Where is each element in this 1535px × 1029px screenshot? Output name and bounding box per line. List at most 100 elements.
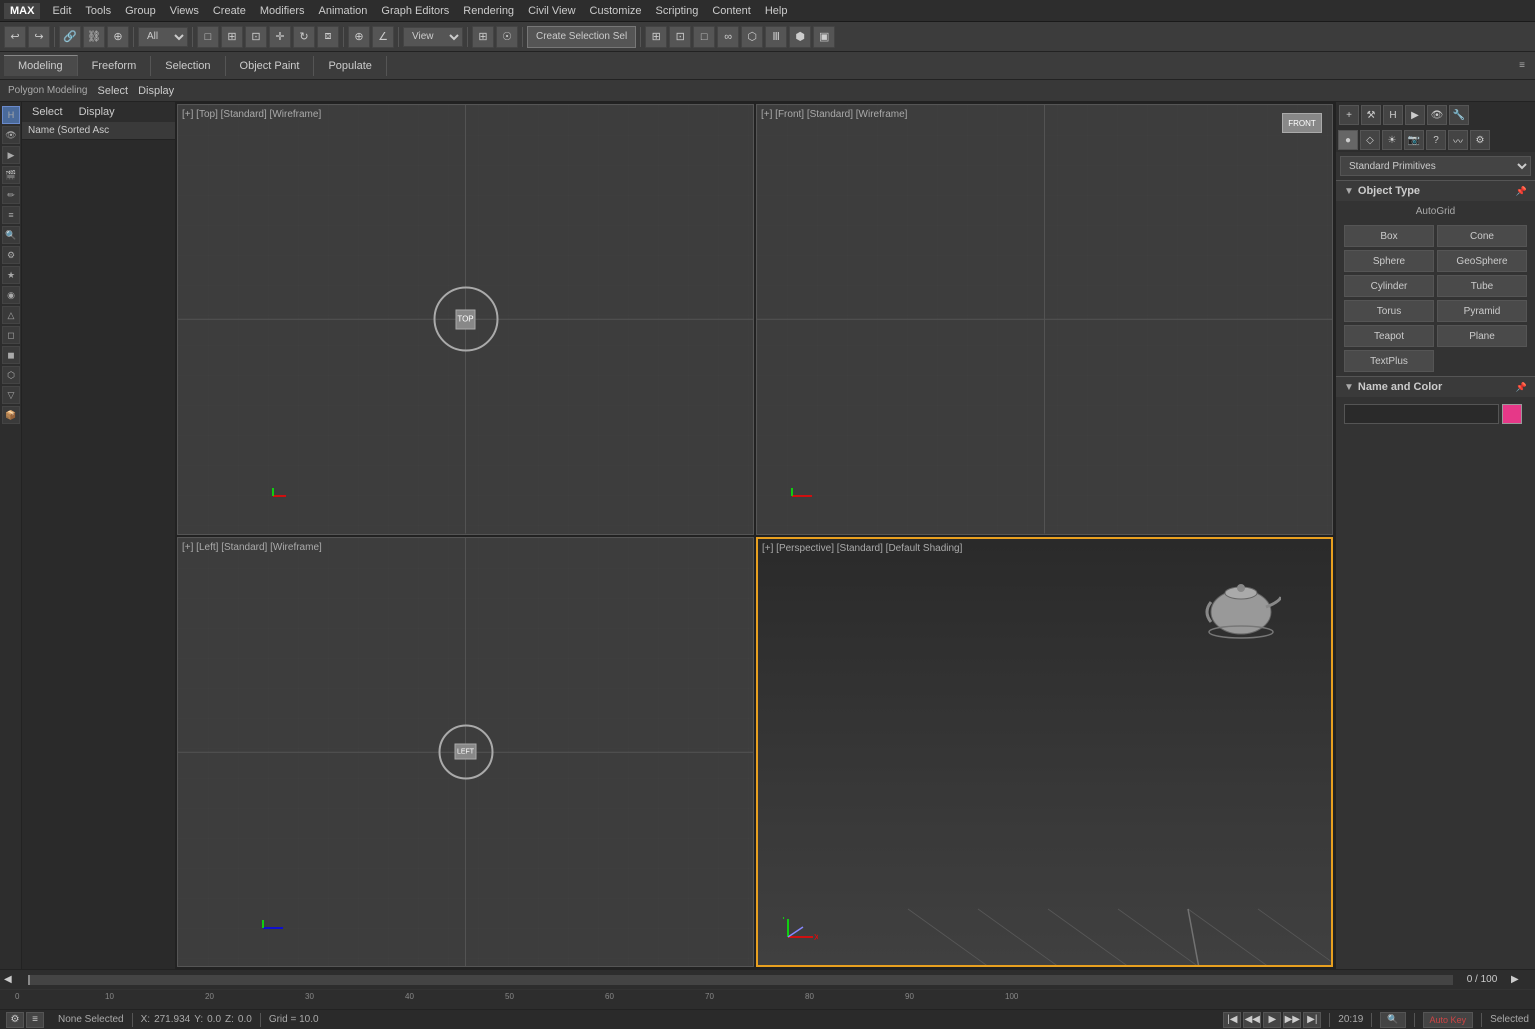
scene-icon-hierarchy[interactable]: H bbox=[2, 106, 20, 124]
scene-icon-video[interactable]: 🎬 bbox=[2, 166, 20, 184]
menu-content[interactable]: Content bbox=[706, 3, 757, 19]
menu-modifiers[interactable]: Modifiers bbox=[254, 3, 311, 19]
autogrid-button[interactable]: AutoGrid bbox=[1416, 206, 1455, 217]
scene-icon-asset[interactable]: 📦 bbox=[2, 406, 20, 424]
rotate-button[interactable]: ↻ bbox=[293, 26, 315, 48]
rp-icon-helpers[interactable]: ? bbox=[1426, 130, 1446, 150]
prim-tube[interactable]: Tube bbox=[1437, 275, 1527, 297]
sub-tab-select[interactable]: Select bbox=[98, 85, 129, 97]
scene-icon-camera[interactable]: ◼ bbox=[2, 346, 20, 364]
prev-frame-button[interactable]: |◀ bbox=[1223, 1012, 1241, 1028]
viewport-perspective[interactable]: [+] [Perspective] [Standard] [Default Sh… bbox=[756, 537, 1333, 968]
rp-icon-lights[interactable]: ☀ bbox=[1382, 130, 1402, 150]
prim-pyramid[interactable]: Pyramid bbox=[1437, 300, 1527, 322]
object-type-section-header[interactable]: ▼ Object Type 📌 bbox=[1336, 180, 1535, 202]
menu-customize[interactable]: Customize bbox=[584, 3, 648, 19]
extra-btn-5[interactable]: ⬡ bbox=[741, 26, 763, 48]
redo-button[interactable]: ↪ bbox=[28, 26, 50, 48]
rp-icon-geo[interactable]: ● bbox=[1338, 130, 1358, 150]
prim-teapot[interactable]: Teapot bbox=[1344, 325, 1434, 347]
scene-icon-star[interactable]: ★ bbox=[2, 266, 20, 284]
menu-help[interactable]: Help bbox=[759, 3, 794, 19]
scale-button[interactable]: ⧈ bbox=[317, 26, 339, 48]
prim-textplus[interactable]: TextPlus bbox=[1344, 350, 1434, 372]
panel-tab-select[interactable]: Select bbox=[24, 104, 71, 120]
create-selection-button[interactable]: Create Selection Sel bbox=[527, 26, 636, 48]
unlink-button[interactable]: ⛓ bbox=[83, 26, 105, 48]
prev-button[interactable]: ◀◀ bbox=[1243, 1012, 1261, 1028]
menu-civil-view[interactable]: Civil View bbox=[522, 3, 581, 19]
play-button[interactable]: ▶ bbox=[1263, 1012, 1281, 1028]
select-lasso-button[interactable]: ⊡ bbox=[245, 26, 267, 48]
tab-freeform[interactable]: Freeform bbox=[78, 56, 152, 76]
rp-tab-utilities[interactable]: 🔧 bbox=[1449, 105, 1469, 125]
menu-tools[interactable]: Tools bbox=[79, 3, 117, 19]
scene-icon-helper[interactable]: ⬡ bbox=[2, 366, 20, 384]
rp-tab-motion[interactable]: ▶ bbox=[1405, 105, 1425, 125]
scene-list[interactable] bbox=[22, 140, 175, 969]
rp-icon-cameras[interactable]: 📷 bbox=[1404, 130, 1424, 150]
timeline-left-arrow[interactable]: ◀ bbox=[4, 974, 24, 985]
rp-tab-hierarchy[interactable]: H bbox=[1383, 105, 1403, 125]
menu-edit[interactable]: Edit bbox=[46, 3, 77, 19]
menu-group[interactable]: Group bbox=[119, 3, 162, 19]
viewport-snap[interactable]: ⊞ bbox=[472, 26, 494, 48]
rp-tab-create[interactable]: + bbox=[1339, 105, 1359, 125]
viewport-top[interactable]: [+] [Top] [Standard] [Wireframe] TOP bbox=[177, 104, 754, 535]
prim-box[interactable]: Box bbox=[1344, 225, 1434, 247]
isolate-toggle[interactable]: ☉ bbox=[496, 26, 518, 48]
timeline-right-arrow[interactable]: ▶ bbox=[1511, 974, 1531, 985]
extra-btn-2[interactable]: ⊡ bbox=[669, 26, 691, 48]
select-rect-button[interactable]: □ bbox=[197, 26, 219, 48]
autokey-button[interactable]: Auto Key bbox=[1423, 1012, 1474, 1028]
prim-plane[interactable]: Plane bbox=[1437, 325, 1527, 347]
category-dropdown[interactable]: Standard Primitives bbox=[1340, 156, 1531, 176]
scene-icon-edit[interactable]: ✏ bbox=[2, 186, 20, 204]
color-swatch[interactable] bbox=[1502, 404, 1522, 424]
select-multi-button[interactable]: ⊞ bbox=[221, 26, 243, 48]
extra-btn-8[interactable]: ▣ bbox=[813, 26, 835, 48]
sub-tab-display[interactable]: Display bbox=[138, 85, 174, 97]
scene-icon-display[interactable]: 👁 bbox=[2, 126, 20, 144]
tab-extra[interactable]: ≡ bbox=[1513, 56, 1531, 75]
viewport-left[interactable]: [+] [Left] [Standard] [Wireframe] LEFT bbox=[177, 537, 754, 968]
prim-sphere[interactable]: Sphere bbox=[1344, 250, 1434, 272]
view-dropdown[interactable]: View bbox=[403, 27, 463, 47]
rp-icon-spacewarps[interactable]: 〰 bbox=[1448, 130, 1468, 150]
name-color-pin[interactable]: 📌 bbox=[1516, 382, 1527, 393]
mode-dropdown[interactable]: All bbox=[138, 27, 188, 47]
undo-button[interactable]: ↩ bbox=[4, 26, 26, 48]
bind-button[interactable]: ⊕ bbox=[107, 26, 129, 48]
extra-btn-1[interactable]: ⊞ bbox=[645, 26, 667, 48]
tab-populate[interactable]: Populate bbox=[314, 56, 386, 76]
scene-icon-layers[interactable]: ≡ bbox=[2, 206, 20, 224]
tab-selection[interactable]: Selection bbox=[151, 56, 225, 76]
menu-create[interactable]: Create bbox=[207, 3, 252, 19]
menu-rendering[interactable]: Rendering bbox=[457, 3, 520, 19]
scene-icon-eye[interactable]: ◉ bbox=[2, 286, 20, 304]
tab-object-paint[interactable]: Object Paint bbox=[226, 56, 315, 76]
link-button[interactable]: 🔗 bbox=[59, 26, 81, 48]
status-icon-2[interactable]: ≡ bbox=[26, 1012, 44, 1028]
rp-icon-shapes[interactable]: ◇ bbox=[1360, 130, 1380, 150]
panel-tab-display[interactable]: Display bbox=[71, 104, 123, 120]
prim-cone[interactable]: Cone bbox=[1437, 225, 1527, 247]
name-input-field[interactable] bbox=[1344, 404, 1499, 424]
prim-torus[interactable]: Torus bbox=[1344, 300, 1434, 322]
tab-modeling[interactable]: Modeling bbox=[4, 55, 78, 76]
max-button[interactable]: MAX bbox=[4, 3, 40, 19]
extra-btn-7[interactable]: ⬢ bbox=[789, 26, 811, 48]
prim-cylinder[interactable]: Cylinder bbox=[1344, 275, 1434, 297]
rp-tab-display[interactable]: 👁 bbox=[1427, 105, 1447, 125]
angle-snap[interactable]: ∠ bbox=[372, 26, 394, 48]
viewport-front[interactable]: [+] [Front] [Standard] [Wireframe] FRONT bbox=[756, 104, 1333, 535]
scene-icon-filter[interactable]: ▽ bbox=[2, 386, 20, 404]
timeline-slider[interactable] bbox=[28, 975, 1453, 985]
prim-geosphere[interactable]: GeoSphere bbox=[1437, 250, 1527, 272]
status-icon-1[interactable]: ⚙ bbox=[6, 1012, 24, 1028]
extra-btn-3[interactable]: □ bbox=[693, 26, 715, 48]
extra-btn-6[interactable]: Ⅲ bbox=[765, 26, 787, 48]
menu-views[interactable]: Views bbox=[164, 3, 205, 19]
scene-icon-magnify[interactable]: 🔍 bbox=[2, 226, 20, 244]
scene-icon-motion[interactable]: ▶ bbox=[2, 146, 20, 164]
